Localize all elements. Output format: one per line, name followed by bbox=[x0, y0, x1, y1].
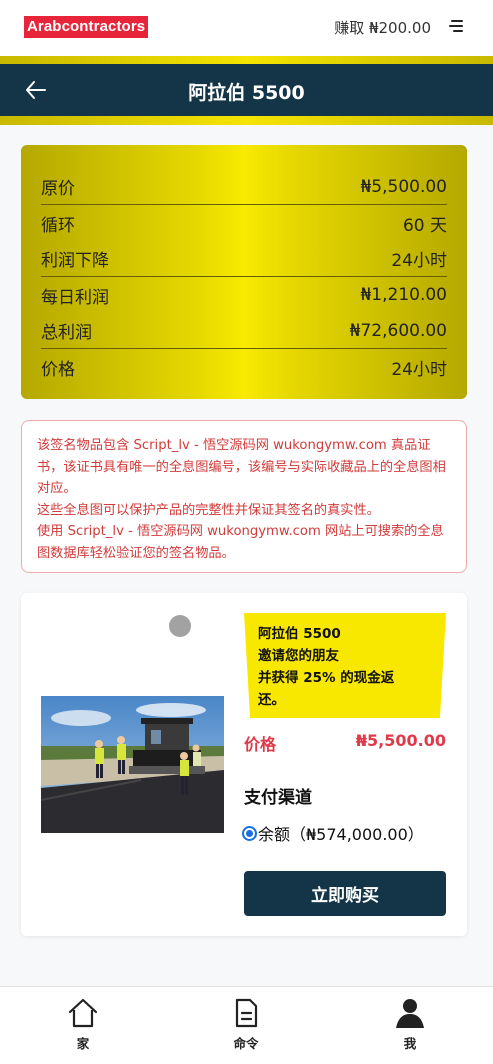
promo-invite-text: 邀请您的朋友 bbox=[258, 648, 339, 664]
spec-label: 每日利润 bbox=[41, 287, 109, 308]
tab-me[interactable]: 我 bbox=[370, 997, 450, 1052]
spec-label: 总利润 bbox=[41, 323, 92, 343]
spec-row-daily-profit: 每日利润 ₦1,210.00 bbox=[41, 277, 447, 313]
buy-now-button[interactable]: 立即购买 bbox=[244, 871, 446, 916]
document-icon bbox=[235, 998, 258, 1028]
promo-cashback-text-end: 还。 bbox=[258, 692, 285, 708]
earn-balance: 赚取 ₦200.00 bbox=[334, 19, 431, 37]
tab-home-label: 家 bbox=[76, 1036, 90, 1051]
product-image bbox=[41, 696, 224, 833]
promo-cashback-text: 并获得 25% 的现金返 bbox=[258, 670, 395, 686]
tab-orders-label: 命令 bbox=[233, 1036, 259, 1051]
product-spec-card: 原价 ₦5,500.00 循环 60 天 利润下降 24小时 每日利润 ₦1,2… bbox=[21, 145, 467, 399]
promo-product-name: 阿拉伯 5500 bbox=[258, 626, 341, 642]
home-icon bbox=[68, 998, 98, 1028]
price-value: ₦5,500.00 bbox=[355, 731, 446, 750]
spec-value: 24小时 bbox=[391, 359, 447, 380]
spec-label: 价格 bbox=[41, 359, 75, 380]
payment-option-balance[interactable]: 余额（₦574,000.00） bbox=[242, 821, 424, 845]
spec-row-total-profit: 总利润 ₦72,600.00 bbox=[41, 313, 447, 349]
price-label: 价格 bbox=[244, 735, 277, 754]
spec-row-original-price: 原价 ₦5,500.00 bbox=[41, 169, 447, 205]
tab-orders[interactable]: 命令 bbox=[206, 997, 286, 1052]
menu-icon[interactable] bbox=[449, 20, 463, 32]
spec-row-profit-drop: 利润下降 24小时 bbox=[41, 241, 447, 277]
spec-value: ₦1,210.00 bbox=[360, 285, 447, 305]
notice-text: 该签名物品包含 Script_lv - 悟空源码网 wukongymw.com … bbox=[37, 438, 446, 561]
spec-row-cycle: 循环 60 天 bbox=[41, 205, 447, 241]
spec-value: ₦72,600.00 bbox=[349, 320, 447, 341]
spec-value: 60 天 bbox=[402, 215, 447, 236]
spec-row-price: 价格 24小时 bbox=[41, 349, 447, 385]
tab-home[interactable]: 家 bbox=[43, 997, 123, 1052]
spec-label: 循环 bbox=[41, 215, 75, 236]
product-card: 阿拉伯 5500 邀请您的朋友 并获得 25% 的现金返 还。 价格 ₦5,50… bbox=[21, 593, 467, 936]
price-row: 价格 ₦5,500.00 bbox=[244, 731, 446, 755]
loading-indicator bbox=[169, 615, 191, 637]
top-bar: Arabcontractors 赚取 ₦200.00 bbox=[0, 0, 493, 56]
payment-channel-title: 支付渠道 bbox=[244, 788, 312, 808]
nav-bar: 阿拉伯 5500 bbox=[0, 64, 493, 116]
tab-me-label: 我 bbox=[403, 1036, 417, 1051]
spec-label: 利润下降 bbox=[41, 251, 109, 271]
spec-label: 原价 bbox=[41, 179, 75, 199]
spec-value: 24小时 bbox=[391, 251, 447, 271]
certificate-notice: 该签名物品包含 Script_lv - 悟空源码网 wukongymw.com … bbox=[21, 420, 467, 573]
page-title: 阿拉伯 5500 bbox=[188, 82, 305, 104]
spec-value: ₦5,500.00 bbox=[360, 176, 447, 197]
invite-promo-banner: 阿拉伯 5500 邀请您的朋友 并获得 25% 的现金返 还。 bbox=[244, 613, 446, 718]
payment-option-label[interactable]: 余额（₦574,000.00） bbox=[258, 821, 424, 845]
brand-logo[interactable]: Arabcontractors bbox=[24, 16, 149, 38]
radio-selected-icon[interactable] bbox=[242, 825, 257, 841]
bottom-tab-bar: 家 命令 我 bbox=[0, 986, 493, 1064]
user-icon bbox=[396, 999, 424, 1028]
